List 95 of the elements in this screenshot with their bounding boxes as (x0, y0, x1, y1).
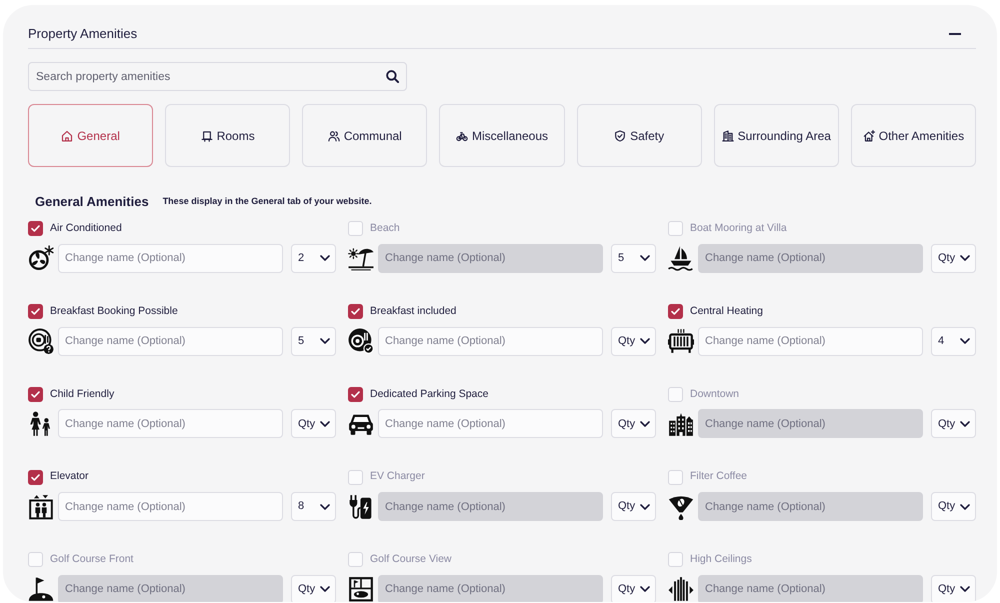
check-icon (31, 474, 40, 481)
quantity-select[interactable]: 4 (931, 326, 976, 356)
chevron-down-icon (640, 586, 650, 592)
chevron-down-icon (320, 420, 330, 427)
check-icon (31, 225, 40, 232)
category-tab[interactable]: Communal (302, 104, 428, 167)
chevron-down-icon (640, 255, 650, 262)
name-input[interactable]: Change name (Optional) (58, 326, 283, 356)
sailboat-icon (668, 245, 694, 272)
fan-snowflake-icon (28, 245, 54, 272)
quantity-select[interactable]: Qty (611, 326, 656, 356)
amenity-label: Golf Course View (370, 552, 452, 567)
chevron-down-icon (640, 338, 650, 344)
category-tab[interactable]: Other Amenities (850, 104, 976, 167)
table-icon (200, 130, 213, 142)
name-input[interactable]: Change name (Optional) (58, 409, 283, 438)
chevron-down-icon (960, 420, 970, 427)
radiator-icon (668, 328, 694, 354)
check-icon (31, 308, 40, 316)
checkbox[interactable] (28, 386, 43, 402)
elevator-icon (28, 494, 54, 520)
category-tab[interactable]: Safety (576, 104, 702, 167)
panel-title: Property Amenities (28, 26, 138, 42)
name-input[interactable]: Change name (Optional) (58, 244, 283, 273)
quantity-select[interactable]: 5 (611, 244, 656, 273)
tall-columns-icon (668, 576, 694, 602)
chevron-down-icon (960, 338, 970, 344)
amenity-label: Downtown (690, 386, 740, 402)
name-input[interactable]: Change name (Optional) (378, 326, 603, 356)
checkbox[interactable] (28, 221, 43, 236)
quantity-select[interactable]: Qty (931, 492, 976, 521)
house-icon (61, 130, 74, 142)
quantity-select[interactable]: Qty (931, 409, 976, 438)
checkbox[interactable] (348, 386, 363, 402)
check-icon (31, 390, 40, 398)
chevron-down-icon (640, 420, 650, 427)
amenity-label: High Ceilings (690, 552, 752, 567)
check-icon (351, 308, 360, 316)
chevron-down-icon (960, 504, 970, 510)
quantity-select[interactable]: Qty (931, 574, 976, 602)
chevron-down-icon (320, 586, 330, 592)
quantity-select[interactable]: Qty (931, 244, 976, 273)
chevron-down-icon (320, 255, 330, 262)
check-icon (671, 308, 680, 316)
amenity-label: Boat Mooring at Villa (690, 221, 787, 236)
amenity-label: Air Conditioned (50, 221, 122, 236)
house-sparkle-icon (862, 130, 875, 142)
minus-icon (949, 33, 961, 35)
quantity-select[interactable]: Qty (611, 574, 656, 602)
people-icon (328, 130, 340, 142)
check-icon (351, 390, 360, 398)
chevron-down-icon (960, 255, 970, 262)
quantity-select[interactable]: Qty (611, 492, 656, 521)
quantity-select[interactable]: Qty (291, 574, 336, 602)
search-icon (386, 70, 399, 83)
quantity-select[interactable]: 5 (291, 326, 336, 356)
checkbox[interactable] (28, 304, 43, 320)
category-tab[interactable]: Rooms (165, 104, 290, 167)
amenity-label: Breakfast Booking Possible (50, 304, 178, 319)
bicycle-icon (456, 130, 468, 142)
amenity-label: Dedicated Parking Space (370, 386, 488, 402)
name-input[interactable]: Change name (Optional) (58, 492, 283, 521)
quantity-select[interactable]: 2 (291, 244, 336, 273)
chevron-down-icon (320, 338, 330, 344)
amenity-label: Child Friendly (50, 386, 114, 402)
section-title: General Amenities (35, 193, 149, 212)
search-field[interactable]: Search property amenities (28, 62, 407, 91)
amenity-label: Elevator (50, 469, 89, 484)
ev-charger-icon (348, 494, 374, 520)
amenity-label: EV Charger (370, 469, 425, 484)
category-tab[interactable]: General (28, 104, 154, 167)
amenity-label: Filter Coffee (690, 469, 747, 484)
category-tab[interactable]: Surrounding Area (714, 104, 839, 167)
checkbox[interactable] (348, 304, 363, 320)
building-icon (722, 130, 734, 142)
plate-check-icon (348, 328, 374, 354)
shield-check-icon (614, 130, 626, 142)
amenity-label: Breakfast included (370, 304, 456, 319)
section-subtitle: These display in the General tab of your website. (162, 195, 372, 208)
chevron-down-icon (320, 504, 330, 510)
quantity-select[interactable]: Qty (611, 409, 656, 438)
checkbox[interactable] (668, 304, 683, 320)
plate-question-icon (28, 328, 54, 354)
quantity-select[interactable]: 8 (291, 492, 336, 521)
name-input[interactable]: Change name (Optional) (378, 409, 603, 438)
name-input[interactable]: Change name (Optional) (698, 326, 923, 356)
coffee-filter-icon (668, 494, 694, 520)
chevron-down-icon (640, 504, 650, 510)
checkbox[interactable] (28, 470, 43, 485)
amenity-label: Golf Course Front (50, 552, 134, 567)
chevron-down-icon (960, 586, 970, 592)
amenity-label: Beach (370, 221, 400, 236)
quantity-select[interactable]: Qty (291, 409, 336, 438)
amenity-label: Central Heating (690, 304, 763, 319)
category-tab[interactable]: Miscellaneous (439, 104, 565, 167)
